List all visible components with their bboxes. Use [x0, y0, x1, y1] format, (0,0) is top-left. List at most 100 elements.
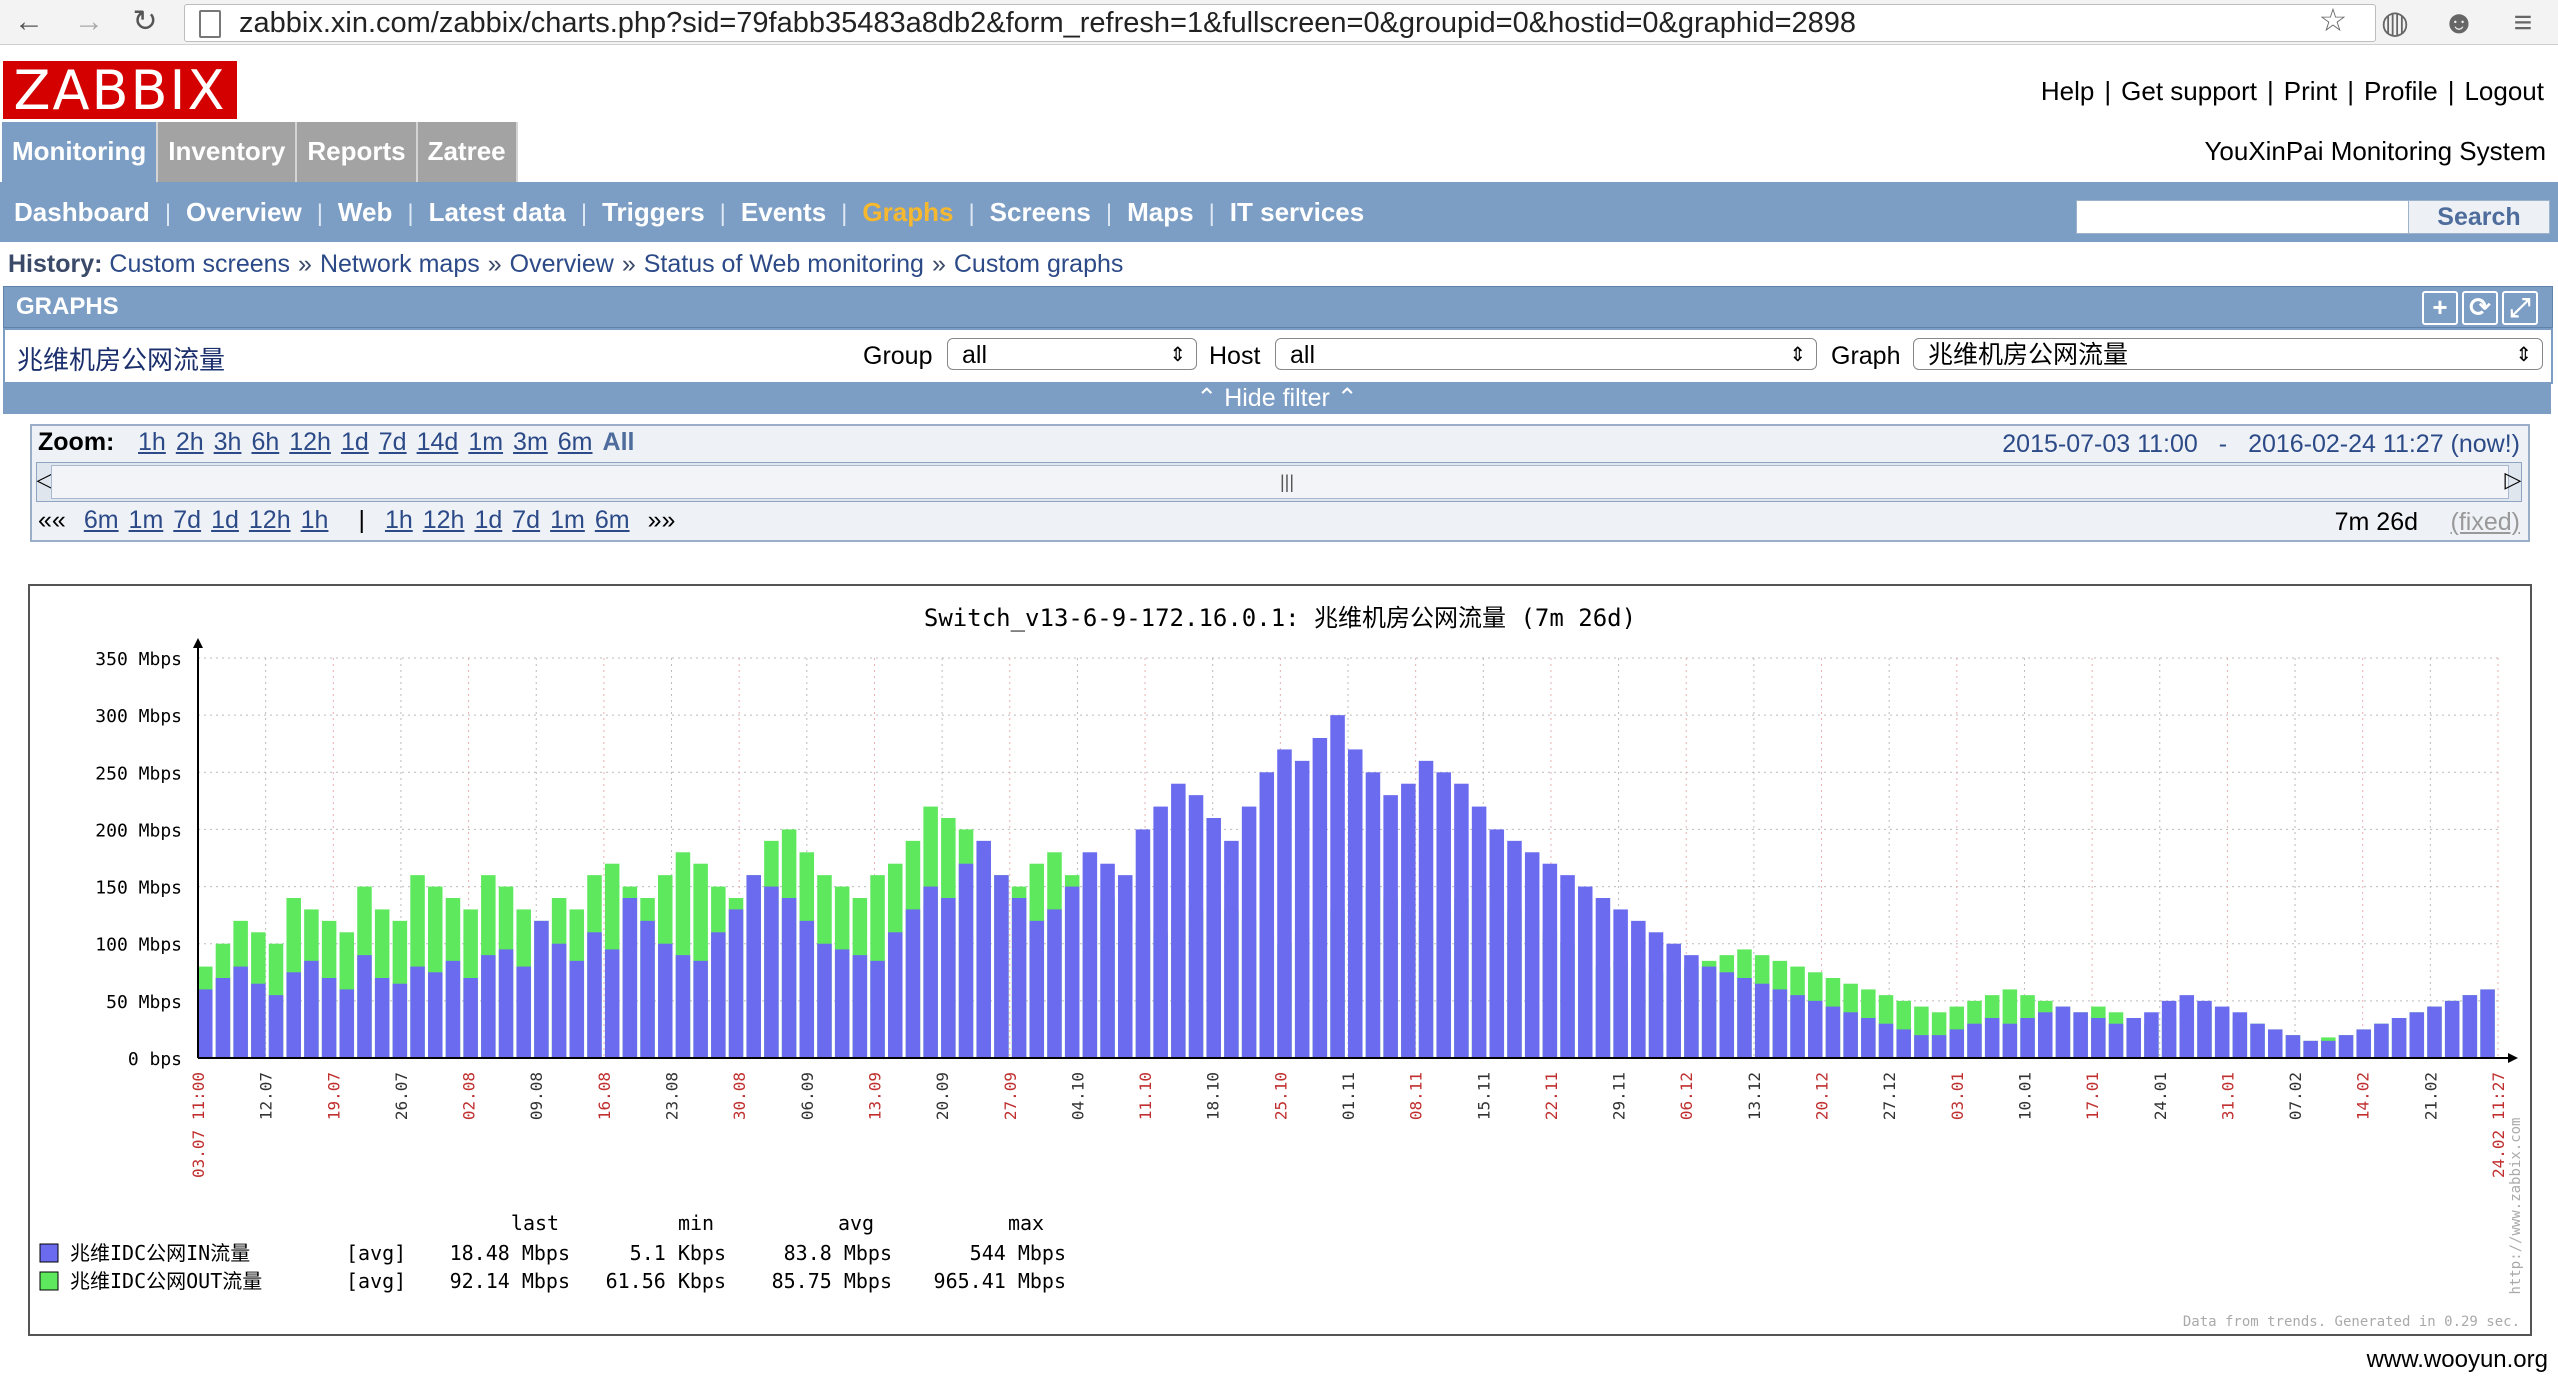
in-traffic-bar: [428, 972, 443, 1058]
zoom-2h[interactable]: 2h: [176, 428, 204, 456]
nav-back-1h[interactable]: 1h: [301, 506, 329, 534]
host-select[interactable]: all ⇕: [1275, 338, 1817, 370]
extension-mask-icon[interactable]: ☻: [2438, 2, 2480, 42]
zoom-3m[interactable]: 3m: [513, 428, 548, 456]
in-traffic-bar: [1064, 886, 1080, 1058]
nav-forward-12h[interactable]: 12h: [423, 506, 465, 534]
nav-back-1m[interactable]: 1m: [129, 506, 164, 534]
in-traffic-bar: [1578, 886, 1593, 1058]
address-bar[interactable]: zabbix.xin.com/zabbix/charts.php?sid=79f…: [184, 4, 2376, 42]
history-item[interactable]: Status of Web monitoring: [644, 250, 924, 278]
in-traffic-bar: [1754, 983, 1770, 1058]
zoom-3h[interactable]: 3h: [214, 428, 242, 456]
tab-reports[interactable]: Reports: [297, 122, 418, 182]
get-support-link[interactable]: Get support: [2121, 76, 2257, 106]
zoom-7d[interactable]: 7d: [379, 428, 407, 456]
subnav-dashboard[interactable]: Dashboard: [14, 197, 150, 227]
nav-back-7d[interactable]: 7d: [173, 506, 201, 534]
period-end[interactable]: 2016-02-24 11:27 (now!): [2248, 430, 2520, 458]
refresh-icon[interactable]: ⟳: [2462, 291, 2498, 325]
zoom-1h[interactable]: 1h: [138, 428, 166, 456]
scrollbar-thumb[interactable]: |||: [51, 465, 2509, 499]
subnav-graphs[interactable]: Graphs: [862, 197, 953, 227]
in-traffic-bar: [339, 989, 355, 1058]
in-traffic-bar: [445, 960, 461, 1058]
legend-header-min: min: [678, 1211, 714, 1235]
subnav-events[interactable]: Events: [741, 197, 826, 227]
zoom-1d[interactable]: 1d: [341, 428, 369, 456]
extension-globe-icon[interactable]: ◍: [2374, 2, 2416, 42]
history-item[interactable]: Network maps: [320, 250, 480, 278]
nav-back-6m[interactable]: 6m: [84, 506, 119, 534]
in-traffic-bar: [1348, 749, 1363, 1058]
in-traffic-bar: [852, 955, 868, 1058]
in-traffic-bar: [1613, 909, 1628, 1058]
print-link[interactable]: Print: [2284, 76, 2337, 106]
scrollbar-track[interactable]: ◁ ||| ▷: [36, 462, 2522, 502]
bookmark-star-icon[interactable]: ☆: [2312, 0, 2354, 40]
nav-forward-7d[interactable]: 7d: [512, 506, 540, 534]
scroll-right-icon[interactable]: ▷: [2503, 467, 2523, 493]
x-tick-label: 31.01: [2218, 1072, 2237, 1120]
profile-link[interactable]: Profile: [2364, 76, 2438, 106]
url-text: zabbix.xin.com/zabbix/charts.php?sid=79f…: [239, 7, 1857, 39]
subnav-maps[interactable]: Maps: [1127, 197, 1193, 227]
legend-name-out: 兆维IDC公网OUT流量: [70, 1269, 262, 1293]
zabbix-logo[interactable]: ZABBIX: [3, 61, 237, 121]
zoom-6h[interactable]: 6h: [251, 428, 279, 456]
nav-forward-1d[interactable]: 1d: [474, 506, 502, 534]
graph-select[interactable]: 兆维机房公网流量 ⇕: [1913, 338, 2543, 370]
back-arrow-icon[interactable]: ←: [10, 4, 48, 40]
hide-filter-toggle[interactable]: ⌃ Hide filter ⌃: [3, 382, 2551, 414]
group-select[interactable]: all ⇕: [947, 338, 1197, 370]
zoom-12h[interactable]: 12h: [289, 428, 331, 456]
tab-zatree[interactable]: Zatree: [417, 122, 518, 182]
in-traffic-bar: [2285, 1035, 2301, 1058]
chart-legend: last min avg max 兆维IDC公网IN流量 [avg] 18.48…: [39, 1211, 1066, 1293]
nav-forward-arrows: »»: [647, 506, 676, 534]
legend-min-out: 61.56 Kbps: [606, 1269, 726, 1293]
subnav-triggers[interactable]: Triggers: [602, 197, 705, 227]
in-traffic-bar: [728, 909, 744, 1058]
x-tick-label: 27.12: [1880, 1072, 1899, 1120]
subnav-overview[interactable]: Overview: [186, 197, 302, 227]
tab-monitoring[interactable]: Monitoring: [2, 122, 159, 182]
logout-link[interactable]: Logout: [2464, 76, 2544, 106]
subnav-it-services[interactable]: IT services: [1230, 197, 1364, 227]
add-to-favorites-icon[interactable]: +: [2422, 291, 2458, 325]
fixed-toggle[interactable]: (fixed): [2451, 508, 2520, 537]
subnav-web[interactable]: Web: [338, 197, 392, 227]
nav-back-arrows: ««: [38, 506, 66, 534]
subnav-latest-data[interactable]: Latest data: [429, 197, 566, 227]
y-tick-labels: 0 bps 50 Mbps 100 Mbps 150 Mbps 200 Mbps 250 …: [95, 649, 182, 1070]
nav-forward-1m[interactable]: 1m: [550, 506, 585, 534]
menu-icon[interactable]: ≡: [2502, 2, 2544, 42]
main-nav: Monitoring Inventory Reports Zatree: [2, 122, 518, 182]
zoom-6m[interactable]: 6m: [558, 428, 593, 456]
tab-inventory[interactable]: Inventory: [158, 122, 298, 182]
nav-back-1d[interactable]: 1d: [211, 506, 239, 534]
search-input[interactable]: [2076, 200, 2410, 234]
subnav-screens[interactable]: Screens: [990, 197, 1091, 227]
y-tick-label: 350 Mbps: [95, 649, 182, 670]
in-traffic-bar: [2303, 1040, 2318, 1058]
search-button[interactable]: Search: [2408, 200, 2550, 234]
period-start[interactable]: 2015-07-03 11:00: [2002, 430, 2198, 458]
in-traffic-bar: [622, 898, 638, 1058]
help-link[interactable]: Help: [2041, 76, 2094, 106]
nav-forward-1h[interactable]: 1h: [385, 506, 413, 534]
zoom-1m[interactable]: 1m: [468, 428, 503, 456]
history-item[interactable]: Custom graphs: [954, 250, 1124, 278]
nav-back-12h[interactable]: 12h: [249, 506, 291, 534]
hide-filter-label: Hide filter: [1224, 384, 1330, 412]
history-item[interactable]: Overview: [510, 250, 614, 278]
history-item[interactable]: Custom screens: [109, 250, 290, 278]
in-traffic-bar: [534, 920, 549, 1058]
zoom-all[interactable]: All: [603, 428, 635, 456]
nav-forward-6m[interactable]: 6m: [595, 506, 630, 534]
fullscreen-icon[interactable]: ⤢: [2502, 291, 2538, 325]
reload-icon[interactable]: ↻: [126, 4, 164, 40]
in-traffic-bar: [374, 978, 390, 1058]
zoom-14d[interactable]: 14d: [417, 428, 459, 456]
forward-arrow-icon[interactable]: →: [70, 4, 108, 40]
